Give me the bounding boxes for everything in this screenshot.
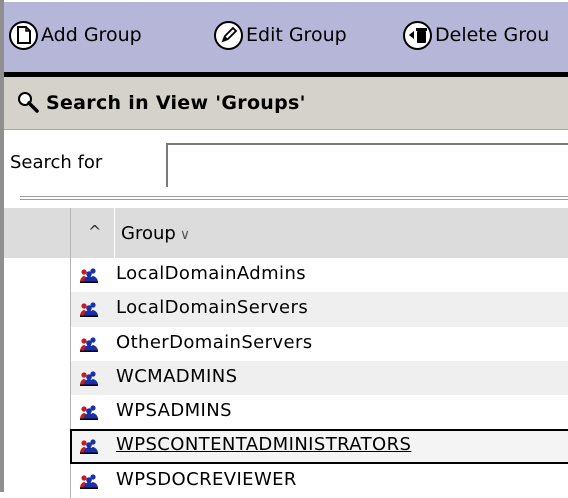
search-input[interactable] bbox=[166, 143, 568, 187]
edit-pencil-icon bbox=[214, 20, 243, 50]
add-group-button[interactable]: Add Group bbox=[9, 15, 142, 55]
group-name: WPSCONTENTADMINISTRATORS bbox=[116, 434, 412, 456]
edit-group-label: Edit Group bbox=[246, 24, 347, 46]
add-document-icon bbox=[9, 20, 38, 50]
separator-line bbox=[20, 199, 568, 200]
group-icon bbox=[80, 405, 98, 421]
table-header: ^ Group ∨ bbox=[4, 208, 568, 258]
search-panel-title: Search in View 'Groups' bbox=[46, 92, 306, 114]
chevron-down-icon[interactable]: ∨ bbox=[180, 227, 190, 243]
group-list: LocalDomainAdmins LocalDomainServers Oth… bbox=[4, 258, 568, 498]
delete-bin-icon bbox=[403, 20, 432, 50]
group-name: OtherDomainServers bbox=[116, 331, 313, 353]
toolbar: Add Group Edit Group Delete Grou bbox=[4, 0, 568, 72]
table-row[interactable]: WPSADMINS bbox=[4, 395, 568, 430]
delete-group-button[interactable]: Delete Grou bbox=[403, 15, 549, 55]
group-name: LocalDomainServers bbox=[116, 297, 309, 319]
groups-portlet: Add Group Edit Group Delete Grou Search … bbox=[0, 0, 568, 498]
group-icon bbox=[80, 439, 98, 455]
group-name: WPSDOCREVIEWER bbox=[116, 468, 297, 490]
group-icon bbox=[80, 302, 98, 318]
add-group-label: Add Group bbox=[41, 24, 142, 46]
table-row[interactable]: OtherDomainServers bbox=[4, 326, 568, 361]
table-row[interactable]: WPSDOCREVIEWER bbox=[4, 463, 568, 498]
group-name: WPSADMINS bbox=[116, 400, 232, 422]
table-row[interactable]: LocalDomainServers bbox=[4, 292, 568, 327]
search-row: Search for bbox=[4, 130, 568, 192]
separator-line bbox=[20, 196, 568, 197]
sort-ascending-icon[interactable]: ^ bbox=[88, 222, 101, 241]
search-for-label: Search for bbox=[10, 152, 103, 173]
group-icon bbox=[80, 336, 98, 352]
table-row[interactable]: LocalDomainAdmins bbox=[4, 258, 568, 293]
delete-group-label: Delete Grou bbox=[435, 24, 550, 46]
group-icon bbox=[80, 371, 98, 386]
group-column-text: Group bbox=[121, 223, 176, 244]
edit-group-button[interactable]: Edit Group bbox=[214, 15, 347, 55]
group-name: WCMADMINS bbox=[116, 365, 238, 387]
table-row-selected[interactable]: WPSCONTENTADMINISTRATORS bbox=[4, 429, 568, 464]
group-icon bbox=[80, 474, 98, 489]
table-row[interactable]: WCMADMINS bbox=[4, 360, 568, 396]
search-panel-header: Search in View 'Groups' bbox=[4, 77, 568, 130]
group-column-label[interactable]: Group ∨ bbox=[121, 223, 190, 244]
group-name: LocalDomainAdmins bbox=[116, 263, 307, 284]
search-magnifier-icon bbox=[17, 91, 41, 119]
group-icon bbox=[80, 268, 98, 283]
